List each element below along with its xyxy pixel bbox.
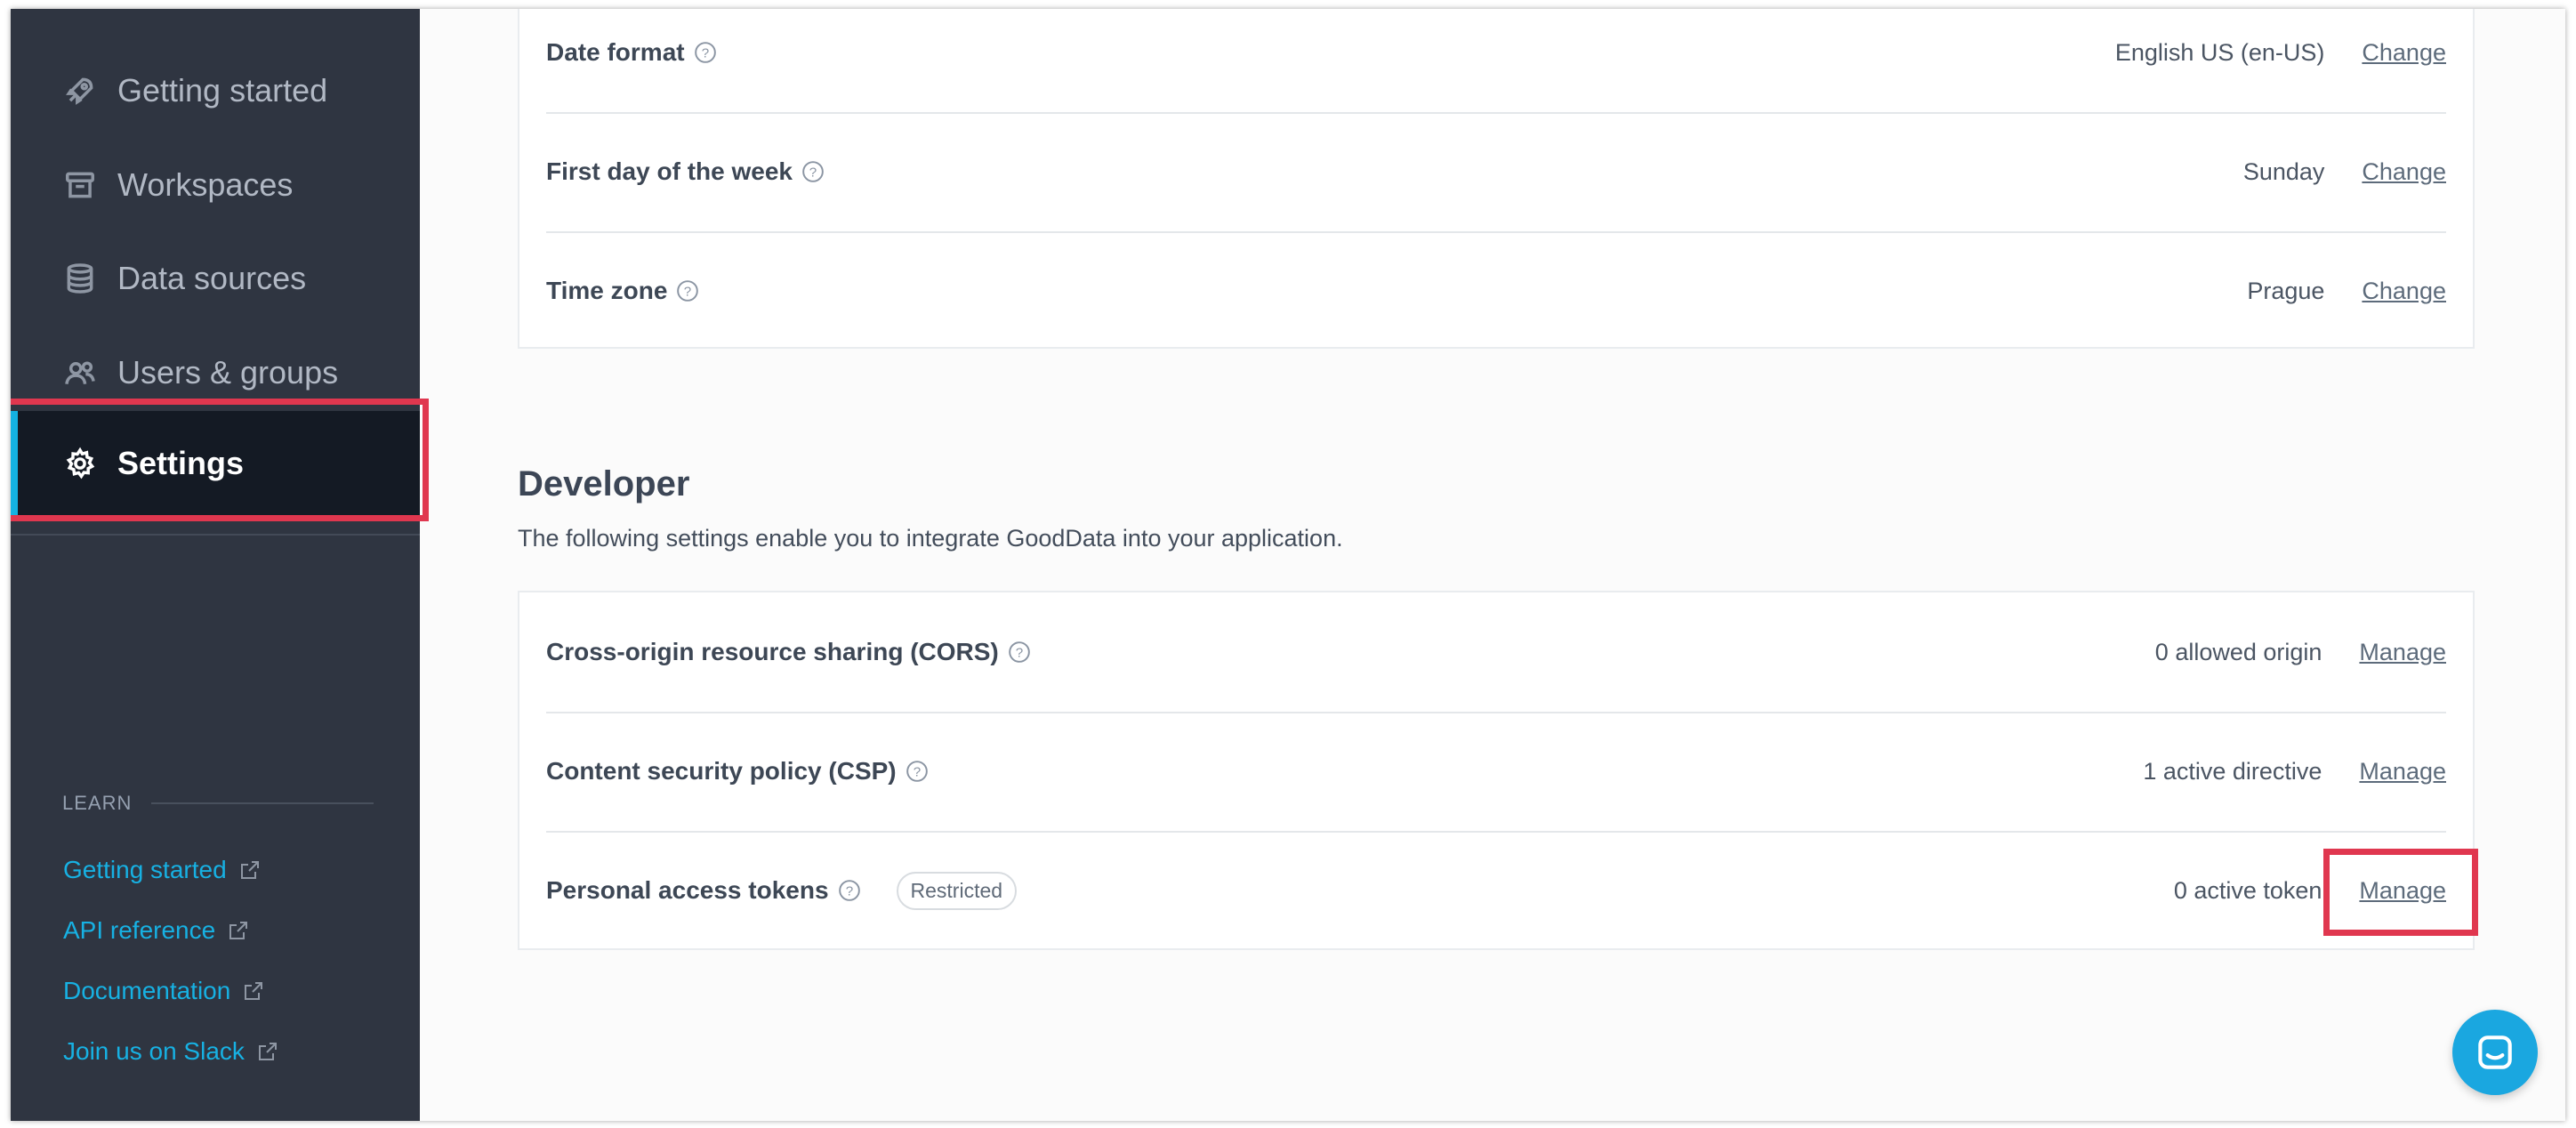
sidebar-item-label: Data sources [117, 260, 307, 296]
setting-row-personal-access-tokens: Personal access tokens ? Restricted 0 ac… [546, 831, 2446, 950]
help-icon[interactable]: ? [838, 879, 861, 902]
setting-label: First day of the week [546, 157, 793, 185]
sidebar-item-label: Users & groups [117, 354, 339, 391]
sidebar-item-users-groups[interactable]: Users & groups [11, 328, 420, 417]
learn-link-label: Documentation [63, 977, 231, 1004]
svg-text:?: ? [809, 165, 817, 180]
setting-value: 0 active token [2173, 876, 2322, 904]
learn-header-label: LEARN [62, 792, 133, 814]
svg-text:?: ? [684, 284, 691, 299]
setting-label: Time zone [546, 277, 668, 304]
developer-section-description: The following settings enable you to int… [518, 525, 1343, 552]
learn-link-getting-started[interactable]: Getting started [63, 856, 261, 884]
learn-link-api-reference[interactable]: API reference [63, 916, 249, 945]
help-icon[interactable]: ? [801, 160, 825, 183]
change-first-day-link[interactable]: Change [2362, 153, 2446, 191]
developer-section-title: Developer [518, 464, 690, 504]
sidebar: Getting started Workspaces Data sources … [11, 9, 420, 1121]
learn-link-label: API reference [63, 916, 216, 944]
manage-csp-link[interactable]: Manage [2359, 753, 2446, 791]
setting-row-csp: Content security policy (CSP) ? 1 active… [546, 712, 2446, 833]
help-icon[interactable]: ? [906, 760, 929, 783]
change-time-zone-link[interactable]: Change [2362, 272, 2446, 310]
setting-label: Date format [546, 38, 685, 66]
setting-label: Content security policy (CSP) [546, 757, 897, 785]
svg-text:?: ? [913, 764, 920, 779]
help-icon[interactable]: ? [676, 279, 699, 302]
sidebar-item-label: Workspaces [117, 166, 294, 203]
setting-label: Personal access tokens [546, 876, 829, 904]
help-icon[interactable]: ? [694, 41, 717, 64]
learn-header-divider [151, 802, 374, 804]
rocket-icon [60, 71, 100, 110]
setting-row-cors: Cross-origin resource sharing (CORS) ? 0… [546, 592, 2446, 713]
setting-row-time-zone: Time zone ? Prague Change [546, 231, 2446, 350]
chat-launcher-button[interactable] [2452, 1010, 2538, 1095]
learn-link-documentation[interactable]: Documentation [63, 977, 264, 1005]
setting-value: Sunday [2242, 157, 2325, 185]
setting-row-first-day: First day of the week ? Sunday Change [546, 112, 2446, 233]
sidebar-item-workspaces[interactable]: Workspaces [11, 141, 420, 230]
external-link-icon [229, 922, 248, 939]
svg-text:?: ? [845, 883, 852, 898]
setting-value: 1 active directive [2143, 757, 2322, 785]
setting-value: 0 allowed origin [2154, 638, 2322, 665]
restricted-badge: Restricted [896, 871, 1018, 910]
developer-card: Cross-origin resource sharing (CORS) ? 0… [518, 591, 2475, 950]
archive-icon [60, 165, 100, 205]
chat-icon [2478, 1035, 2512, 1069]
manage-tokens-link[interactable]: Manage [2359, 872, 2446, 910]
users-icon [60, 353, 100, 392]
gear-icon [60, 444, 100, 483]
external-link-icon [258, 1043, 277, 1060]
sidebar-item-getting-started[interactable]: Getting started [11, 46, 420, 135]
learn-link-label: Join us on Slack [63, 1037, 245, 1065]
learn-link-slack[interactable]: Join us on Slack [63, 1037, 278, 1066]
learn-link-label: Getting started [63, 856, 227, 883]
database-icon [60, 259, 100, 298]
setting-value: Prague [2247, 277, 2325, 304]
sidebar-divider [11, 534, 420, 536]
external-link-icon [240, 861, 259, 879]
setting-label: Cross-origin resource sharing (CORS) [546, 638, 999, 665]
svg-text:?: ? [701, 45, 708, 60]
setting-value: English US (en-US) [2114, 38, 2325, 66]
setting-row-date-format: Date format ? English US (en-US) Change [546, 9, 2446, 114]
sidebar-item-data-sources[interactable]: Data sources [11, 234, 420, 323]
manage-cors-link[interactable]: Manage [2359, 633, 2446, 672]
svg-text:?: ? [1016, 645, 1023, 660]
change-date-format-link[interactable]: Change [2362, 34, 2446, 72]
sidebar-item-label: Getting started [117, 72, 328, 109]
help-icon[interactable]: ? [1008, 641, 1031, 664]
app-window: Getting started Workspaces Data sources … [11, 9, 2565, 1121]
sidebar-item-label: Settings [117, 445, 245, 481]
localization-card: Date format ? English US (en-US) Change … [518, 9, 2475, 349]
learn-section-header: LEARN [62, 792, 374, 815]
sidebar-item-settings[interactable]: Settings [11, 411, 420, 516]
external-link-icon [245, 982, 263, 1000]
